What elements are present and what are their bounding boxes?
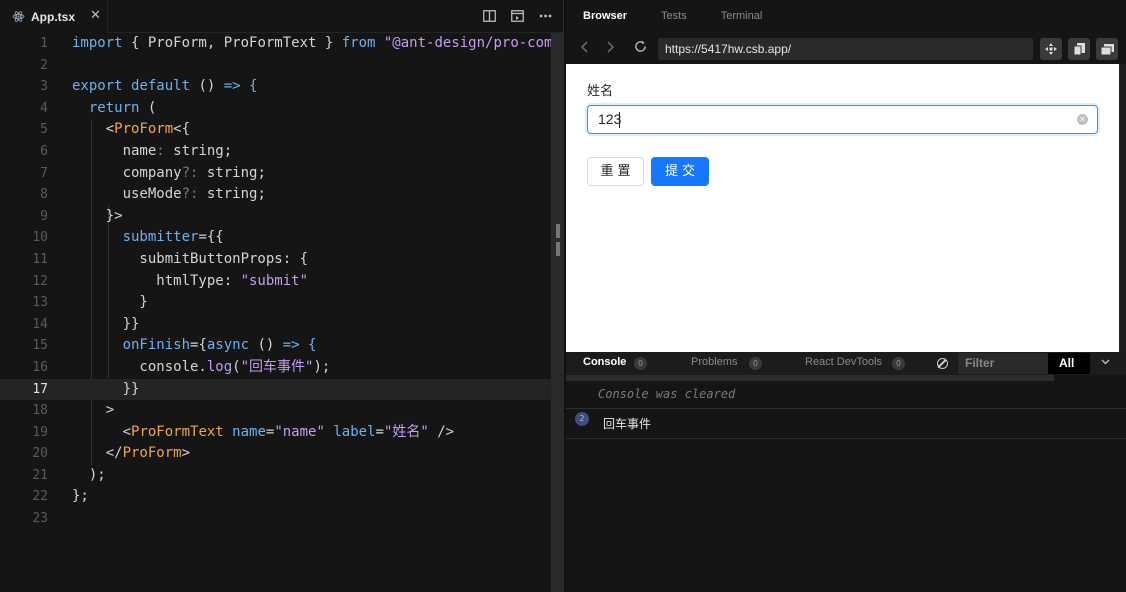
back-icon[interactable] xyxy=(580,41,588,57)
forward-icon[interactable] xyxy=(607,41,615,57)
browser-toolbar: https://5417hw.csb.app/ xyxy=(566,34,1126,64)
tab-tests[interactable]: Tests xyxy=(644,10,704,22)
browser-viewport: 姓名 123 ✕ 重置 提交 xyxy=(566,64,1119,352)
viewport-scrollbar[interactable] xyxy=(1119,64,1126,352)
code-line: 5 <ProForm<{ xyxy=(40,121,191,138)
code-line: 23 xyxy=(32,511,48,527)
form-label-name: 姓名 xyxy=(587,84,614,99)
code-line-active: 17 }} xyxy=(0,378,551,401)
log-repeat-count: 2 xyxy=(575,412,589,426)
code-line: 12 htmlType: "submit" xyxy=(32,272,309,289)
code-line: 2 xyxy=(40,57,48,73)
code-line: 16 console.log("回车事件"); xyxy=(32,358,331,375)
preview-icon[interactable] xyxy=(509,8,525,24)
code-line: 15 onFinish={async () => { xyxy=(32,337,317,354)
code-line: 11 submitButtonProps: { xyxy=(32,250,309,267)
problems-count-badge: 0 xyxy=(749,357,762,370)
clear-icon[interactable]: ✕ xyxy=(1077,114,1088,125)
pane-resize-handle[interactable] xyxy=(555,222,561,258)
code-line: 6 name: string; xyxy=(40,142,233,159)
preview-pane: Browser Tests Terminal https://5417hw.cs… xyxy=(566,0,1126,592)
console-cleared-message: Console was cleared xyxy=(598,387,736,401)
file-tab-label: App.tsx xyxy=(31,9,76,24)
console-separator xyxy=(566,438,1126,439)
code-line: 13 } xyxy=(32,294,148,311)
code-line: 7 company?: string; xyxy=(40,164,266,181)
log-level-select[interactable]: All xyxy=(1048,353,1090,374)
clear-console-icon[interactable] xyxy=(937,358,948,369)
code-line: 9 }> xyxy=(40,207,123,224)
chevron-down-icon[interactable] xyxy=(1101,357,1110,368)
react-icon xyxy=(12,10,25,23)
console-tab-bar: Console 0 Problems 0 React DevTools 0 Fi… xyxy=(566,352,1126,375)
editor-tab-bar: App.tsx ✕ xyxy=(0,0,563,33)
console-separator xyxy=(566,408,1126,409)
text-caret xyxy=(619,112,620,128)
tab-problems[interactable]: Problems xyxy=(691,356,737,368)
editor-scrollbar[interactable] xyxy=(551,33,563,592)
code-editor: App.tsx ✕ 1 import { ProForm, ProFormText… xyxy=(0,0,563,592)
code-line: 20 </ProForm> xyxy=(32,445,191,462)
copy-icon[interactable] xyxy=(1068,38,1090,60)
code-line: 3 export default () => { xyxy=(40,78,258,95)
url-input[interactable]: https://5417hw.csb.app/ xyxy=(658,38,1033,60)
console-count-badge: 0 xyxy=(634,357,647,370)
code-line: 22}; xyxy=(32,488,89,505)
console-log-message: 回车事件 xyxy=(603,417,652,431)
file-tab-app-tsx[interactable]: App.tsx ✕ xyxy=(0,0,108,33)
submit-button[interactable]: 提交 xyxy=(651,157,709,186)
tab-browser[interactable]: Browser xyxy=(566,10,644,22)
refresh-icon[interactable] xyxy=(634,40,647,57)
tab-terminal[interactable]: Terminal xyxy=(704,10,780,22)
code-line: 19 <ProFormText name="name" label="姓名" /… xyxy=(32,423,455,440)
console-output: Console was cleared 2 回车事件 xyxy=(566,381,1126,592)
preview-tab-bar: Browser Tests Terminal xyxy=(566,0,1126,32)
move-icon[interactable] xyxy=(1040,38,1062,60)
name-input[interactable]: 123 ✕ xyxy=(587,105,1098,134)
more-icon[interactable] xyxy=(537,8,553,24)
code-line: 18 > xyxy=(32,402,115,419)
code-line: 8 useMode?: string; xyxy=(40,186,266,203)
devtools-count-badge: 0 xyxy=(892,357,905,370)
code-area[interactable]: 1 import { ProForm, ProFormText } from "@… xyxy=(0,33,553,592)
code-line: 1 import { ProForm, ProFormText } from "@… xyxy=(40,35,553,51)
console-filter-input[interactable]: Filter xyxy=(958,353,1048,374)
split-editor-icon[interactable] xyxy=(481,8,497,24)
code-line: 4 return ( xyxy=(40,99,157,116)
tab-react-devtools[interactable]: React DevTools xyxy=(805,356,882,368)
open-window-icon[interactable] xyxy=(1096,38,1118,60)
name-input-value: 123 xyxy=(598,111,622,127)
tab-console[interactable]: Console xyxy=(583,356,626,368)
code-line: 14 }} xyxy=(32,315,140,332)
reset-button[interactable]: 重置 xyxy=(587,157,644,186)
code-line: 21 ); xyxy=(32,466,106,483)
close-icon[interactable]: ✕ xyxy=(90,8,101,24)
code-line: 10 submitter={{ xyxy=(32,229,224,246)
